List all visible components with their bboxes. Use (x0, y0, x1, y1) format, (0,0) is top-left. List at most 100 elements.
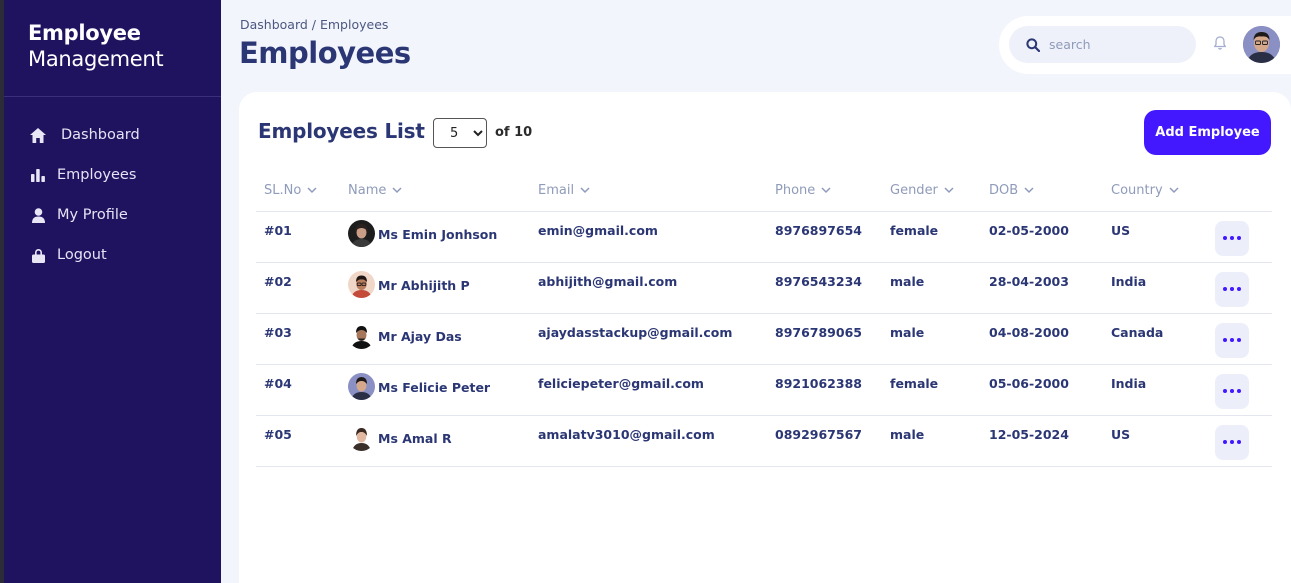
chevron-down-icon (821, 187, 831, 193)
user-icon (30, 207, 46, 223)
employee-name: Mr Ajay Das (378, 328, 462, 344)
cell-email: amalatv3010@gmail.com (530, 415, 767, 467)
cell-name: Ms Emin Jonhson (340, 211, 530, 263)
sidebar-nav: Dashboard Employees My Profile Logout (4, 97, 221, 275)
search-box (1009, 26, 1196, 63)
chevron-down-icon (580, 187, 590, 193)
table-row: #04 Ms Felicie Peter feliciepeter@gmail.… (256, 364, 1272, 416)
table-header-row: SL.No Name Email Phone Gender DOB Countr… (256, 170, 1272, 212)
chevron-down-icon (307, 187, 317, 193)
lock-icon (30, 247, 46, 263)
row-actions-button[interactable] (1215, 322, 1249, 358)
sidebar-item-label: Logout (57, 247, 107, 263)
cell-gender: female (882, 211, 981, 263)
cell-phone: 8921062388 (767, 364, 882, 416)
cell-country: Canada (1103, 313, 1207, 365)
column-header-email[interactable]: Email (530, 170, 767, 212)
sidebar-item-logout[interactable]: Logout (4, 235, 221, 275)
sidebar-item-employees[interactable]: Employees (4, 155, 221, 195)
chevron-down-icon (1169, 187, 1179, 193)
sidebar: Employee Management Dashboard Employees … (0, 0, 221, 583)
sidebar-item-label: Employees (57, 167, 137, 183)
row-actions-button[interactable] (1215, 220, 1249, 256)
employee-name: Ms Amal R (378, 430, 452, 446)
chevron-down-icon (392, 187, 402, 193)
row-actions-button[interactable] (1215, 424, 1249, 460)
add-employee-button[interactable]: Add Employee (1144, 110, 1271, 155)
column-header-phone[interactable]: Phone (767, 170, 882, 212)
cell-gender: female (882, 364, 981, 416)
user-avatar[interactable] (1243, 26, 1280, 63)
cell-email: feliciepeter@gmail.com (530, 364, 767, 416)
employee-avatar (348, 423, 375, 451)
cell-actions (1207, 313, 1272, 365)
employees-table: SL.No Name Email Phone Gender DOB Countr… (256, 170, 1272, 467)
cell-sl-no: #01 (256, 211, 340, 263)
cell-country: US (1103, 211, 1207, 263)
cell-sl-no: #04 (256, 364, 340, 416)
bar-chart-icon (30, 167, 46, 183)
column-header-dob[interactable]: DOB (981, 170, 1103, 212)
cell-actions (1207, 262, 1272, 314)
employee-name: Ms Emin Jonhson (378, 226, 498, 242)
cell-country: US (1103, 415, 1207, 467)
cell-gender: male (882, 313, 981, 365)
home-icon (30, 127, 46, 143)
chevron-down-icon (944, 187, 954, 193)
table-row: #02 Mr Abhijith P abhijith@gmail.com 897… (256, 262, 1272, 314)
cell-email: emin@gmail.com (530, 211, 767, 263)
list-title: Employees List (258, 119, 425, 143)
page-title: Employees (239, 36, 411, 70)
brand-subtitle: Management (28, 47, 164, 71)
page-size-select[interactable]: 5 10 (433, 118, 487, 148)
cell-phone: 8976897654 (767, 211, 882, 263)
sidebar-item-dashboard[interactable]: Dashboard (4, 115, 221, 155)
brand-logo: Employee Management (4, 0, 221, 97)
employee-avatar (348, 219, 375, 247)
cell-dob: 28-04-2003 (981, 262, 1103, 314)
cell-name: Ms Felicie Peter (340, 364, 530, 416)
column-header-gender[interactable]: Gender (882, 170, 981, 212)
table-row: #05 Ms Amal R amalatv3010@gmail.com 0892… (256, 415, 1272, 467)
cell-name: Ms Amal R (340, 415, 530, 467)
cell-country: India (1103, 262, 1207, 314)
cell-sl-no: #05 (256, 415, 340, 467)
column-label: DOB (989, 182, 1019, 198)
total-count: of 10 (495, 125, 533, 140)
column-label: Country (1111, 182, 1163, 198)
column-header-name[interactable]: Name (340, 170, 530, 212)
cell-email: abhijith@gmail.com (530, 262, 767, 314)
table-row: #01 Ms Emin Jonhson emin@gmail.com 89768… (256, 211, 1272, 263)
cell-dob: 04-08-2000 (981, 313, 1103, 365)
cell-country: India (1103, 364, 1207, 416)
employee-name: Mr Abhijith P (378, 277, 470, 293)
column-header-country[interactable]: Country (1103, 170, 1207, 212)
cell-phone: 8976789065 (767, 313, 882, 365)
search-icon (1026, 37, 1040, 52)
cell-actions (1207, 364, 1272, 416)
bell-icon[interactable] (1212, 35, 1228, 51)
cell-sl-no: #03 (256, 313, 340, 365)
employee-avatar (348, 372, 375, 400)
cell-dob: 05-06-2000 (981, 364, 1103, 416)
cell-dob: 12-05-2024 (981, 415, 1103, 467)
column-header-sl-no[interactable]: SL.No (256, 170, 340, 212)
row-actions-button[interactable] (1215, 373, 1249, 409)
cell-gender: male (882, 262, 981, 314)
top-bar (999, 16, 1291, 74)
cell-email: ajaydasstackup@gmail.com (530, 313, 767, 365)
cell-sl-no: #02 (256, 262, 340, 314)
column-label: Email (538, 182, 575, 198)
chevron-down-icon (1024, 187, 1034, 193)
employee-avatar (348, 270, 375, 298)
cell-phone: 0892967567 (767, 415, 882, 467)
brand-title: Employee (28, 21, 141, 45)
sidebar-item-my-profile[interactable]: My Profile (4, 195, 221, 235)
row-actions-button[interactable] (1215, 271, 1249, 307)
sidebar-item-label: My Profile (57, 207, 128, 223)
cell-actions (1207, 415, 1272, 467)
cell-phone: 8976543234 (767, 262, 882, 314)
search-input[interactable] (1049, 37, 1189, 52)
table-row: #03 Mr Ajay Das ajaydasstackup@gmail.com… (256, 313, 1272, 365)
cell-name: Mr Abhijith P (340, 262, 530, 314)
